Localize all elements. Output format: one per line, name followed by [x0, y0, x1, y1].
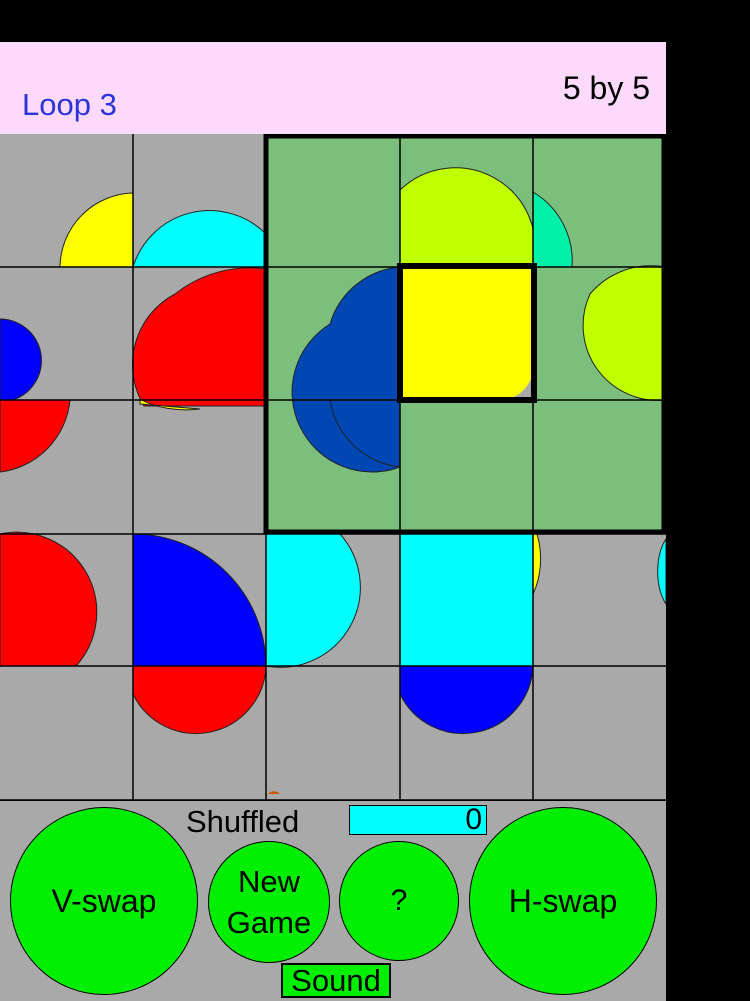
tile-3-3-piece	[399, 533, 534, 667]
control-panel: V-swap Shuffled 0 New Game ? H-swap Soun…	[0, 800, 666, 1001]
tile-3-0-piece	[0, 531, 98, 667]
game-app: Loop 3 5 by 5 V-swap Shuffled 0 New Game…	[0, 0, 666, 1001]
tile-4-3-piece	[399, 665, 534, 735]
tile-1-3-piece	[400, 267, 533, 400]
tile-1-0-piece	[0, 318, 42, 403]
shuffled-counter: 0	[349, 805, 487, 835]
board-size-label: 5 by 5	[562, 70, 650, 106]
tile-3-4-piece	[657, 538, 666, 605]
tile-4-1-piece	[132, 665, 267, 735]
tile-3-1-piece	[132, 533, 267, 667]
tile-2-0-piece	[0, 399, 71, 473]
board-svg	[0, 134, 666, 800]
puzzle-board[interactable]	[0, 134, 666, 800]
tile-0-0-piece	[59, 192, 134, 268]
tile-0-1-piece	[132, 210, 267, 268]
tile-1-1-piece	[131, 267, 267, 407]
v-swap-button[interactable]: V-swap	[10, 807, 198, 995]
shuffled-label: Shuffled	[186, 804, 300, 839]
help-button[interactable]: ?	[339, 841, 459, 961]
loop-label: Loop 3	[22, 87, 117, 122]
h-swap-button[interactable]: H-swap	[469, 807, 657, 995]
tile-4-2-piece	[265, 791, 280, 800]
tile-3-2-piece	[265, 533, 361, 668]
tile-3-3-yellow-edge	[532, 533, 542, 595]
sound-toggle[interactable]: Sound	[281, 963, 391, 998]
new-game-button[interactable]: New Game	[208, 841, 330, 963]
